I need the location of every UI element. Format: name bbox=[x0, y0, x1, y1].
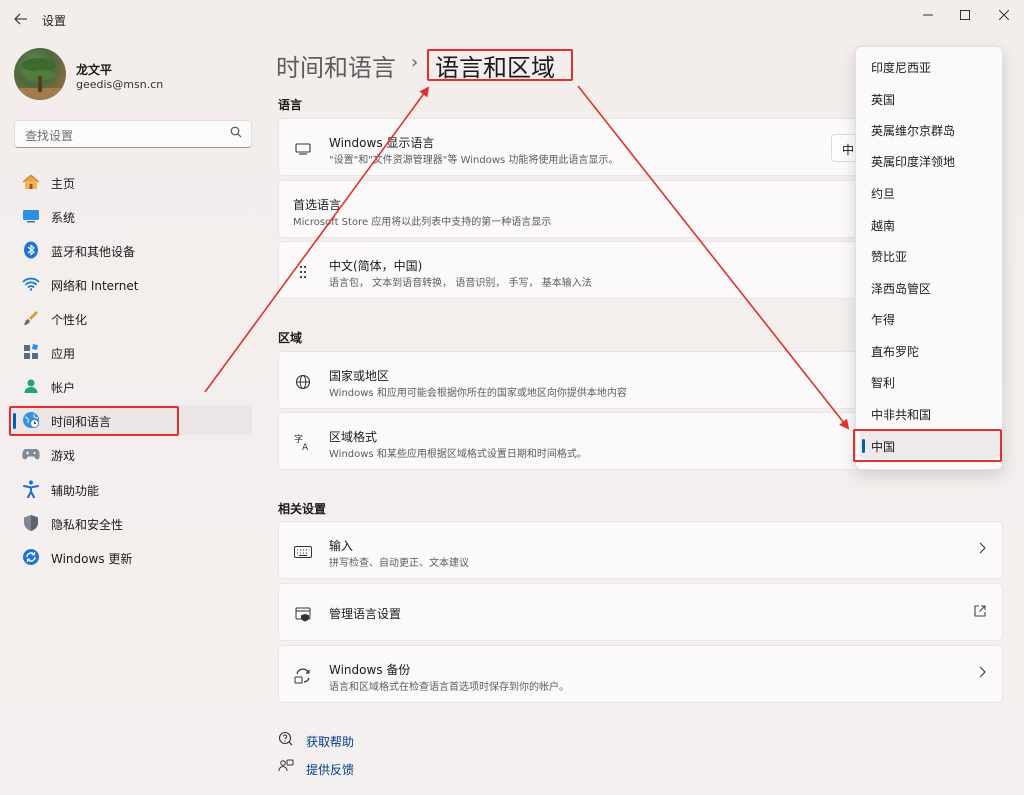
arrow-to-selection bbox=[577, 85, 850, 430]
annotation-arrows bbox=[204, 85, 850, 430]
settings-window: 设置 龙文平 geedis@msn.cn 查找设置 主页 系统 蓝牙和其他设备 … bbox=[0, 0, 1024, 795]
arrow-to-title bbox=[204, 86, 430, 393]
